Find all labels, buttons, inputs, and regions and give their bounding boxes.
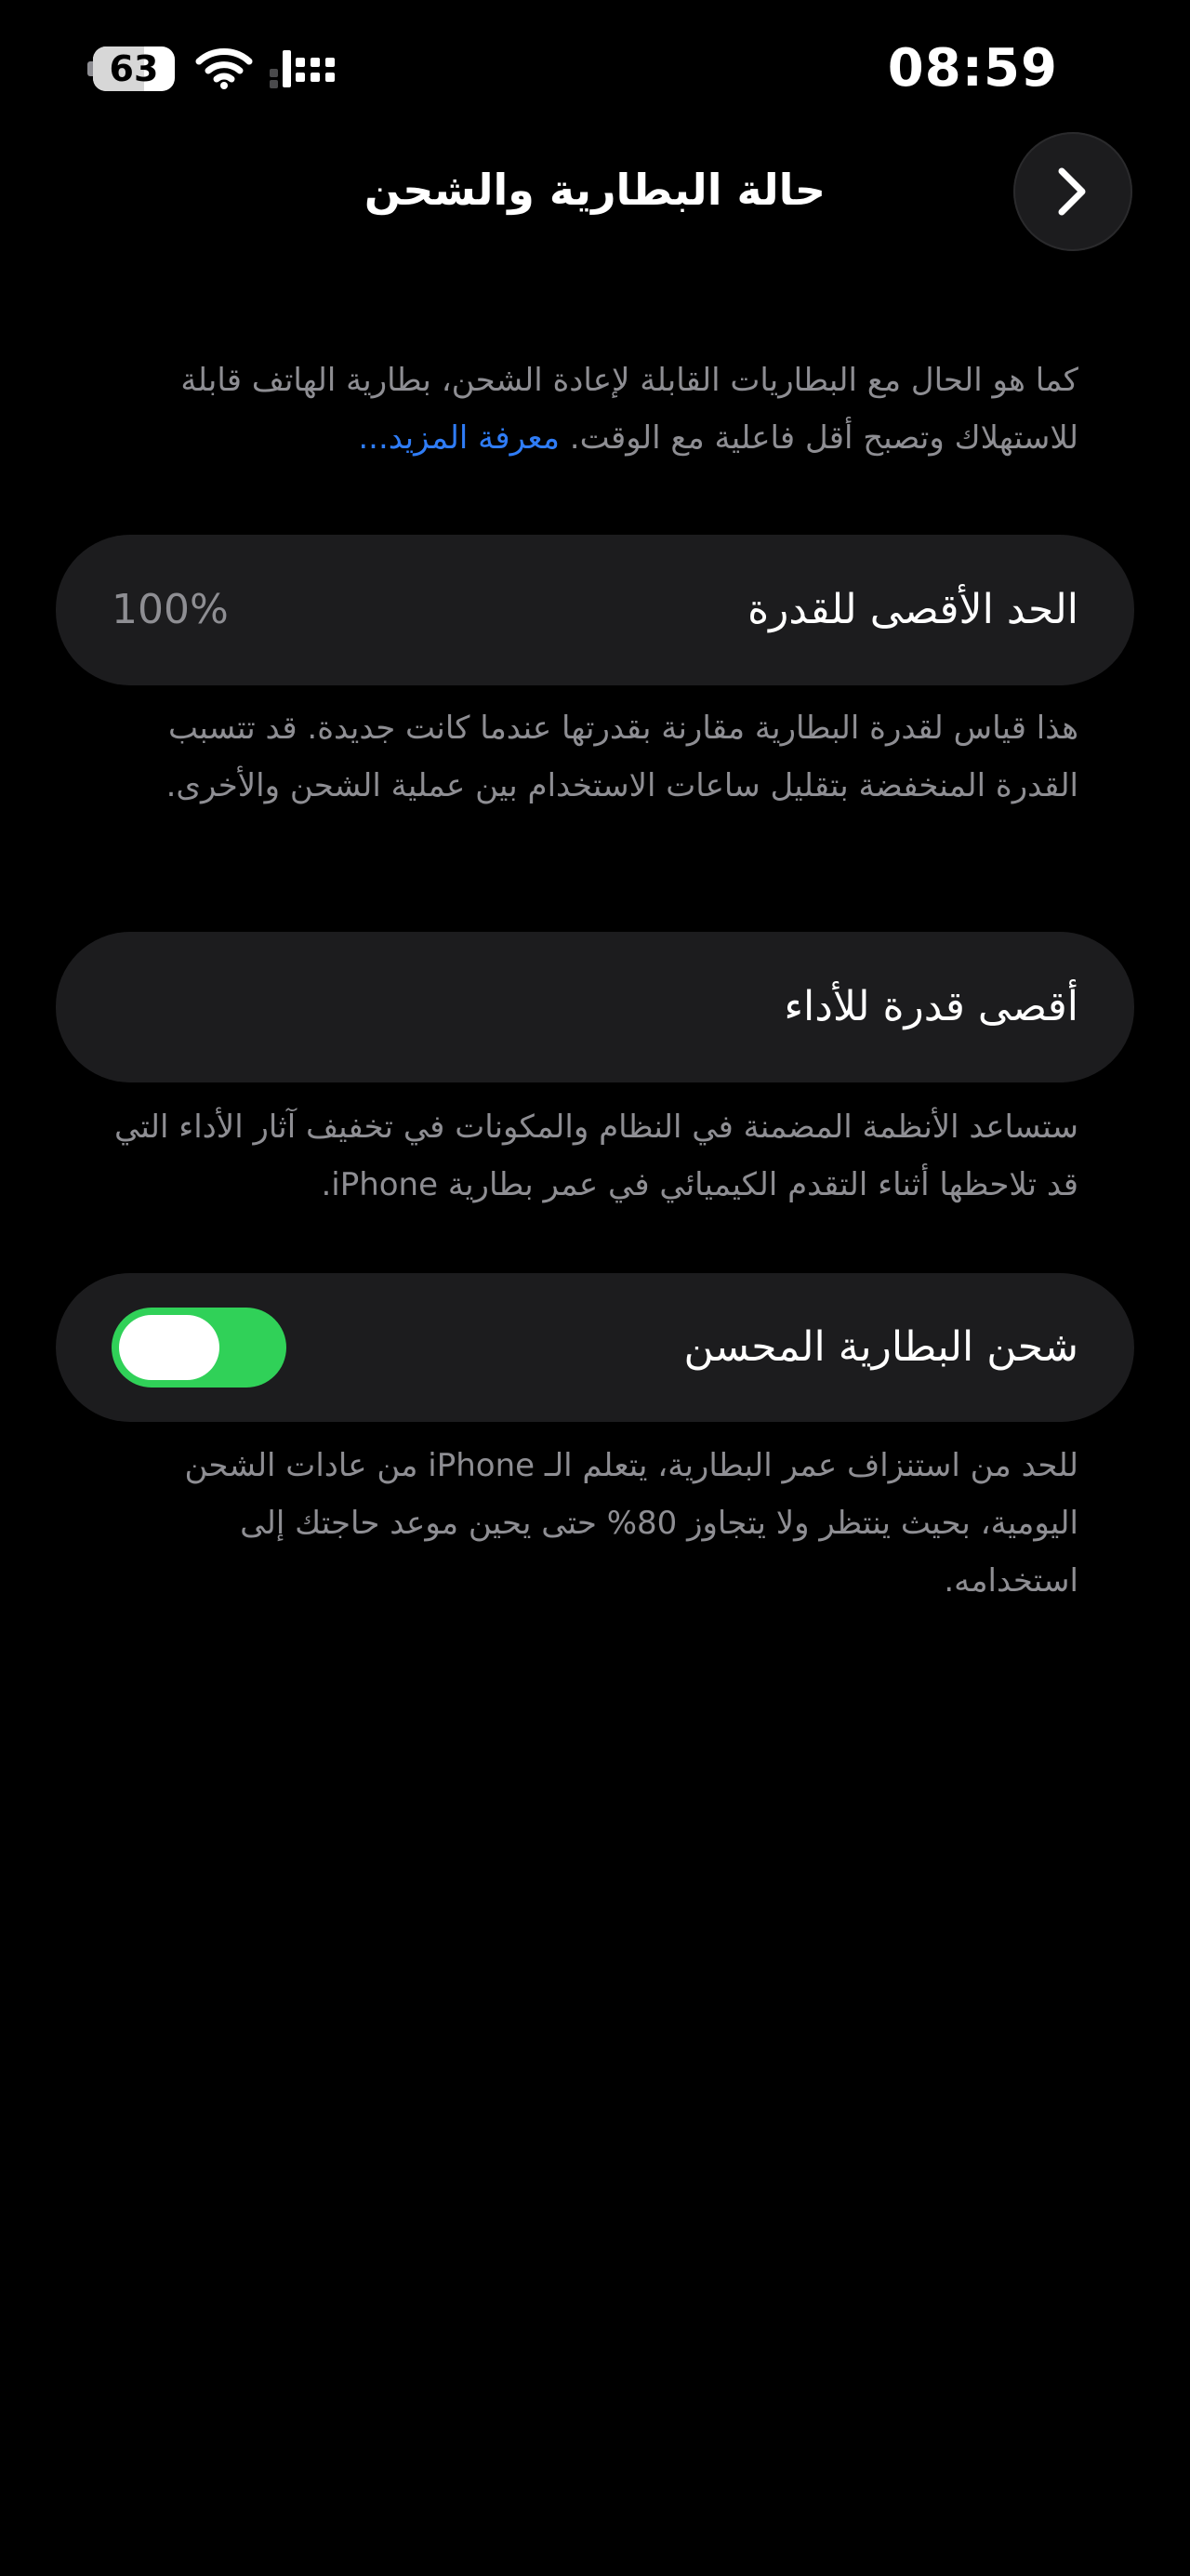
battery-level-text: 63 [109,48,159,89]
optimized-charging-cell: شحن البطارية المحسن [56,1273,1134,1422]
battery-body: 63 [93,46,175,91]
status-bar: 63 08:59 [0,0,1190,139]
peak-performance-label: أقصى قدرة للأداء [784,983,1078,1030]
maximum-capacity-label: الحد الأقصى للقدرة [747,586,1078,633]
optimized-charging-label: شحن البطارية المحسن [683,1323,1078,1371]
peak-performance-footer: ستساعد الأنظمة المضمنة في النظام والمكون… [114,1109,1078,1203]
maximum-capacity-cell: الحد الأقصى للقدرة 100% [56,535,1134,685]
back-button[interactable] [1013,132,1132,251]
intro-description: كما هو الحال مع البطاريات القابلة لإعادة… [112,352,1078,467]
battery-icon: 63 [87,46,180,91]
maximum-capacity-value: 100% [112,586,229,633]
learn-more-link[interactable]: معرفة المزيد... [358,419,560,457]
optimized-charging-toggle[interactable] [112,1308,286,1388]
optimized-charging-footer: للحد من استنزاف عمر البطارية، يتعلم الـ … [184,1447,1078,1600]
chevron-right-icon [1058,167,1086,216]
status-time: 08:59 [887,38,1058,99]
wifi-icon [195,48,253,89]
cellular-signal-icon [270,50,335,88]
maximum-capacity-footer: هذا قياس لقدرة البطارية مقارنة بقدرتها ع… [165,710,1078,804]
intro-text: كما هو الحال مع البطاريات القابلة لإعادة… [180,362,1078,457]
page-title: حالة البطارية والشحن [364,165,826,215]
toggle-knob [119,1315,219,1380]
peak-performance-cell: أقصى قدرة للأداء [56,932,1134,1082]
